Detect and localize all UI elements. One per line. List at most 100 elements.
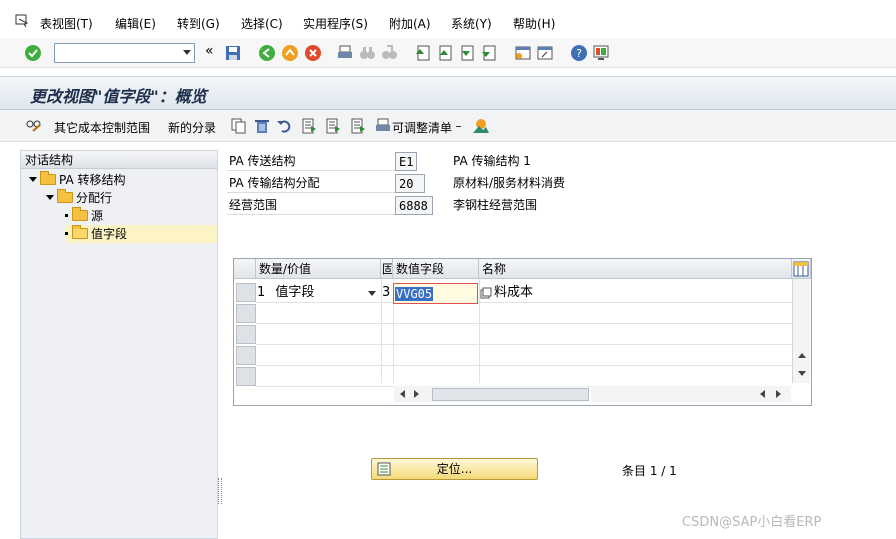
system-menu-icon[interactable]: [14, 12, 30, 28]
choose-landscape-icon[interactable]: [472, 117, 490, 135]
menu-system[interactable]: 系统(Y): [451, 16, 492, 32]
column-header-fixed[interactable]: 固: [381, 259, 393, 279]
value-field-input[interactable]: VVG05: [393, 283, 478, 304]
select-block-icon[interactable]: [324, 117, 342, 135]
back-icon[interactable]: [258, 44, 276, 62]
field-label-pa-transfer-assignment: PA 传输结构分配: [227, 174, 395, 193]
scroll-up-icon[interactable]: [798, 353, 806, 358]
menu-bar: 表视图(T) 编辑(E) 转到(G) 选择(C) 实用程序(S) 附加(A) 系…: [0, 0, 896, 38]
cancel-icon[interactable]: [304, 44, 322, 62]
last-page-icon[interactable]: [480, 44, 498, 62]
panel-splitter-handle[interactable]: [218, 478, 222, 504]
chevron-down-icon[interactable]: [368, 291, 376, 296]
collapse-command-icon[interactable]: «: [205, 43, 214, 59]
select-all-icon[interactable]: [300, 117, 318, 135]
row-selector[interactable]: [236, 346, 256, 365]
menu-utilities[interactable]: 实用程序(S): [303, 16, 368, 32]
scroll-right-icon[interactable]: [414, 390, 419, 398]
row-selector-header[interactable]: [234, 259, 256, 279]
menu-table-view[interactable]: 表视图(T): [40, 16, 93, 32]
field-desc-pa-transfer-structure: PA 传输结构 1: [453, 154, 531, 168]
table-horizontal-scrollbar[interactable]: [394, 386, 589, 402]
folder-icon: [72, 207, 88, 221]
previous-page-icon[interactable]: [436, 44, 454, 62]
delete-trash-icon[interactable]: [253, 117, 271, 135]
entry-count: 条目 1 / 1: [622, 464, 677, 478]
tree-node-value-fields[interactable]: 值字段: [65, 225, 217, 243]
page-title: 更改视图"值字段"：概览: [30, 87, 207, 106]
tree-node-label: 分配行: [76, 191, 113, 205]
quantity-value-text: 值字段: [275, 285, 315, 300]
field-value-pa-transfer-structure: E1: [395, 152, 417, 171]
value-fields-table: 数量/价值 固 数值字段 名称 1 值字段 3 VVG05 料成本: [233, 258, 812, 406]
row-selector[interactable]: [236, 367, 256, 386]
next-page-icon[interactable]: [458, 44, 476, 62]
table-row: [256, 325, 792, 345]
other-cost-control-area-button[interactable]: 其它成本控制范围: [54, 119, 150, 136]
row-selector[interactable]: [236, 304, 256, 323]
tree-node-label: 值字段: [91, 227, 128, 241]
undo-icon[interactable]: [276, 117, 294, 135]
copy-icon[interactable]: [230, 117, 248, 135]
chevron-down-icon[interactable]: [183, 50, 191, 55]
bullet-icon: [65, 232, 68, 235]
column-header-name[interactable]: 名称: [479, 259, 792, 279]
menu-selection[interactable]: 选择(C): [241, 16, 283, 32]
field-label-operating-concern: 经营范围: [227, 196, 395, 215]
table-vertical-scrollbar[interactable]: [792, 279, 810, 383]
separator: [456, 126, 461, 127]
search-help-icon[interactable]: [480, 287, 492, 299]
exit-icon[interactable]: [281, 44, 299, 62]
field-desc-operating-concern: 李钢柱经营范围: [453, 198, 538, 212]
name-cell: 料成本: [494, 285, 534, 300]
locate-button[interactable]: 定位...: [371, 458, 538, 480]
scroll-left-icon[interactable]: [760, 390, 765, 398]
table-row: [256, 367, 792, 387]
print-icon[interactable]: [336, 44, 354, 62]
new-entries-button[interactable]: 新的分录: [168, 119, 216, 136]
help-icon[interactable]: ?: [570, 44, 588, 62]
enter-check-icon[interactable]: [24, 44, 42, 62]
customize-layout-icon[interactable]: [592, 44, 610, 62]
create-shortcut-icon[interactable]: [536, 44, 554, 62]
scroll-down-icon[interactable]: [798, 371, 806, 376]
menu-help[interactable]: 帮助(H): [513, 16, 555, 32]
adjustable-list-button[interactable]: 可调整清单: [392, 119, 452, 136]
save-icon[interactable]: [224, 44, 242, 62]
scroll-left-icon[interactable]: [400, 390, 405, 398]
menu-goto[interactable]: 转到(G): [177, 16, 220, 32]
tree-node-source[interactable]: 源: [65, 207, 103, 225]
folder-icon: [57, 189, 73, 203]
expand-triangle-icon[interactable]: [46, 195, 54, 200]
table-row: [256, 304, 792, 324]
adjustable-list-print-icon[interactable]: [374, 117, 392, 135]
tree-node-label: PA 转移结构: [59, 173, 126, 187]
menu-edit[interactable]: 编辑(E): [115, 16, 156, 32]
scroll-right-icon[interactable]: [776, 390, 781, 398]
glasses-pencil-icon[interactable]: [25, 117, 43, 135]
tree-node-pa-transfer-structure[interactable]: PA 转移结构: [29, 171, 126, 189]
table-settings-icon[interactable]: [793, 261, 809, 277]
locate-button-label: 定位...: [436, 462, 473, 476]
tree-node-assignment-lines[interactable]: 分配行: [46, 189, 112, 207]
first-page-icon[interactable]: [414, 44, 432, 62]
locate-icon: [377, 462, 391, 476]
table-horizontal-scroll-arrows[interactable]: [754, 386, 790, 402]
row-selector[interactable]: [236, 325, 256, 344]
quantity-value-dropdown[interactable]: 1 值字段: [257, 283, 379, 303]
deselect-all-icon[interactable]: [349, 117, 367, 135]
field-value-pa-transfer-assignment: 20: [395, 174, 425, 193]
column-header-value-field[interactable]: 数值字段: [393, 259, 479, 279]
expand-triangle-icon[interactable]: [29, 177, 37, 182]
new-session-icon[interactable]: [514, 44, 532, 62]
folder-icon: [40, 171, 56, 185]
scroll-thumb[interactable]: [432, 388, 589, 401]
row-selector[interactable]: [236, 283, 256, 302]
menu-extras[interactable]: 附加(A): [389, 16, 431, 32]
field-value-operating-concern: 6888: [395, 196, 433, 215]
table-settings-header[interactable]: [792, 259, 811, 279]
command-field[interactable]: [54, 43, 195, 63]
standard-toolbar: « ?: [0, 38, 896, 68]
column-header-quantity-value[interactable]: 数量/价值: [256, 259, 381, 279]
field-label-pa-transfer-structure: PA 传送结构: [227, 152, 395, 171]
